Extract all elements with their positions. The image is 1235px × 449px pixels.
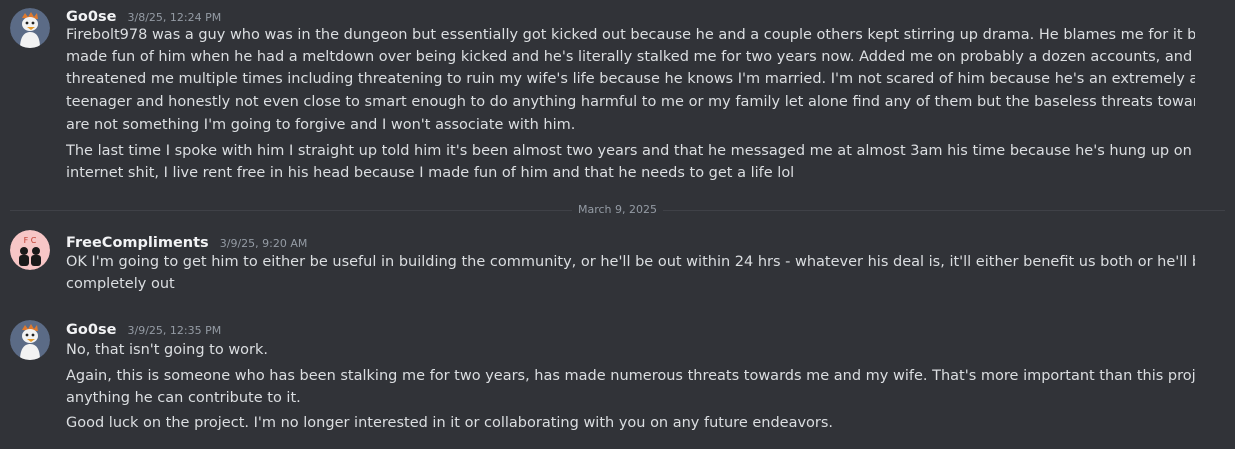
message-header: Go0se 3/8/25, 12:24 PM xyxy=(66,6,221,25)
message-text: internet shit, I live rent free in his h… xyxy=(66,165,795,181)
message-timestamp[interactable]: 3/8/25, 12:24 PM xyxy=(128,11,222,24)
fc-avatar-text: F C xyxy=(24,236,37,245)
message-header: FreeCompliments 3/9/25, 9:20 AM xyxy=(66,232,307,251)
message-text: Again, this is someone who has been stal… xyxy=(66,368,1195,384)
message-text: OK I'm going to get him to either be use… xyxy=(66,254,1195,270)
message-timestamp[interactable]: 3/9/25, 9:20 AM xyxy=(220,237,308,250)
goose-avatar-icon[interactable] xyxy=(10,320,50,360)
message-text: Firebolt978 was a guy who was in the dun… xyxy=(66,27,1195,43)
date-divider-label-wrap: March 9, 2025 xyxy=(0,203,1235,216)
message-header: Go0se 3/9/25, 12:35 PM xyxy=(66,319,221,338)
message-text: threatened me multiple times including t… xyxy=(66,71,1195,87)
author-name[interactable]: Go0se xyxy=(66,9,116,25)
message-text: are not something I'm going to forgive a… xyxy=(66,117,576,133)
author-name[interactable]: Go0se xyxy=(66,322,116,338)
message-text: completely out xyxy=(66,276,175,292)
goose-avatar-icon[interactable] xyxy=(10,8,50,48)
message-text: The last time I spoke with him I straigh… xyxy=(66,143,1195,159)
message-text: Good luck on the project. I'm no longer … xyxy=(66,415,834,431)
message-timestamp[interactable]: 3/9/25, 12:35 PM xyxy=(128,324,222,337)
date-divider-label: March 9, 2025 xyxy=(571,203,663,216)
message-text: teenager and honestly not even close to … xyxy=(66,94,1195,110)
message-text: made fun of him when he had a meltdown o… xyxy=(66,49,1195,65)
author-name[interactable]: FreeCompliments xyxy=(66,235,209,251)
fc-avatar-icon[interactable]: F C xyxy=(10,230,50,270)
message-text: anything he can contribute to it. xyxy=(66,390,301,406)
message-text: No, that isn't going to work. xyxy=(66,342,269,358)
